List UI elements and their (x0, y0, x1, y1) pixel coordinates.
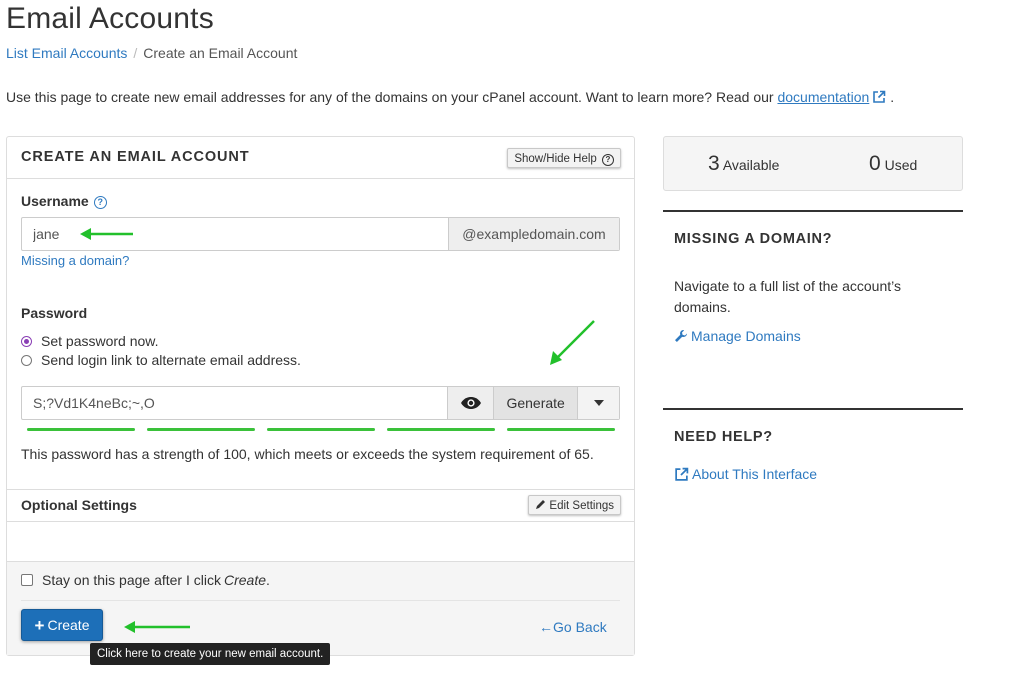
password-label: Password (21, 305, 88, 321)
optional-settings-label: Optional Settings (21, 497, 137, 513)
strength-meter-segment (387, 428, 495, 431)
manage-domains-label: Manage Domains (691, 328, 801, 344)
divider (7, 489, 634, 490)
show-hide-help-label: Show/Hide Help (514, 153, 597, 165)
radio-send-link-label: Send login link to alternate email addre… (41, 352, 301, 368)
account-stats-panel: 3 Available 0 Used (663, 136, 963, 191)
radio-button-checked[interactable] (21, 335, 32, 347)
arrow-left-icon: ← (539, 619, 553, 635)
breadcrumb-current: Create an Email Account (143, 45, 298, 61)
create-email-panel: CREATE AN EMAIL ACCOUNT Show/Hide Help ?… (6, 136, 635, 656)
plus-icon: + (34, 615, 45, 635)
stay-prefix: Stay on this page after I click (42, 572, 221, 588)
sidebar-divider (663, 210, 963, 212)
annotation-arrow-create (124, 621, 190, 633)
create-label: Create (47, 617, 90, 633)
missing-domain-title: MISSING A DOMAIN? (674, 231, 833, 247)
edit-settings-label: Edit Settings (549, 500, 614, 512)
available-label: Available (722, 157, 780, 173)
external-link-icon (675, 467, 689, 481)
intro-paragraph: Use this page to create new email addres… (6, 89, 894, 107)
divider (21, 600, 620, 601)
stay-emphasis: Create (223, 572, 267, 588)
username-label: Username (21, 193, 89, 209)
stay-on-page-checkbox[interactable] (21, 574, 33, 586)
show-hide-help-button[interactable]: Show/Hide Help ? (507, 148, 621, 168)
strength-meter-segment (267, 428, 375, 431)
annotation-arrow-username (80, 228, 133, 240)
edit-settings-button[interactable]: Edit Settings (528, 495, 621, 515)
manage-domains-link[interactable]: Manage Domains (674, 328, 801, 344)
sidebar-divider (663, 408, 963, 410)
caret-down-icon (593, 400, 604, 406)
go-back-label: Go Back (553, 619, 607, 635)
password-input-group: Generate (21, 386, 620, 420)
missing-domain-text: Navigate to a full list of the account’s… (674, 278, 901, 315)
create-button[interactable]: + Create (21, 609, 103, 641)
eye-icon (460, 397, 481, 409)
go-back-link[interactable]: ←Go Back (539, 619, 607, 635)
panel-title: CREATE AN EMAIL ACCOUNT (21, 149, 250, 165)
strength-meter-segment (27, 428, 135, 431)
generate-password-button[interactable]: Generate (493, 387, 578, 419)
documentation-link[interactable]: documentation (777, 89, 869, 105)
radio-set-now-label: Set password now. (41, 333, 159, 349)
password-strength-text: This password has a strength of 100, whi… (21, 446, 594, 462)
missing-domain-link[interactable]: Missing a domain? (21, 253, 129, 268)
about-interface-label: About This Interface (692, 466, 818, 482)
question-circle-icon: ? (602, 154, 614, 166)
username-help-icon[interactable]: ? (93, 196, 107, 209)
page-title: Email Accounts (6, 2, 214, 35)
need-help-title: NEED HELP? (674, 429, 773, 445)
used-count: 0 (869, 152, 881, 175)
wrench-icon (675, 330, 687, 342)
generate-options-dropdown[interactable] (577, 387, 619, 419)
available-count: 3 (708, 152, 720, 175)
stay-on-page-checkbox-row[interactable]: Stay on this page after I click Create. (21, 572, 270, 588)
breadcrumb-link-list-email-accounts[interactable]: List Email Accounts (6, 45, 127, 61)
available-stat: 3 Available (708, 152, 779, 176)
annotation-arrow-generate (550, 320, 595, 365)
external-link-icon (872, 90, 886, 107)
used-label: Used (884, 157, 918, 173)
username-label-row: Username? (21, 193, 107, 209)
intro-end: . (890, 89, 895, 105)
domain-addon: @exampledomain.com (448, 218, 619, 250)
pencil-icon (536, 500, 546, 509)
radio-set-password-now[interactable]: Set password now. (21, 333, 159, 349)
radio-button[interactable] (21, 354, 32, 366)
intro-text: Use this page to create new email addres… (6, 89, 778, 105)
divider (7, 521, 634, 522)
about-interface-link[interactable]: About This Interface (674, 466, 817, 482)
show-password-toggle[interactable] (447, 387, 494, 419)
radio-send-login-link[interactable]: Send login link to alternate email addre… (21, 352, 301, 368)
breadcrumb-separator: / (133, 45, 138, 61)
breadcrumb: List Email Accounts / Create an Email Acco… (6, 45, 297, 61)
password-input[interactable] (22, 387, 448, 419)
panel-header: CREATE AN EMAIL ACCOUNT Show/Hide Help ? (7, 137, 634, 179)
strength-meter-segment (147, 428, 255, 431)
strength-meter-segment (507, 428, 615, 431)
create-button-tooltip: Click here to create your new email acco… (90, 643, 331, 665)
stay-suffix: . (266, 572, 270, 588)
used-stat: 0 Used (869, 152, 917, 176)
